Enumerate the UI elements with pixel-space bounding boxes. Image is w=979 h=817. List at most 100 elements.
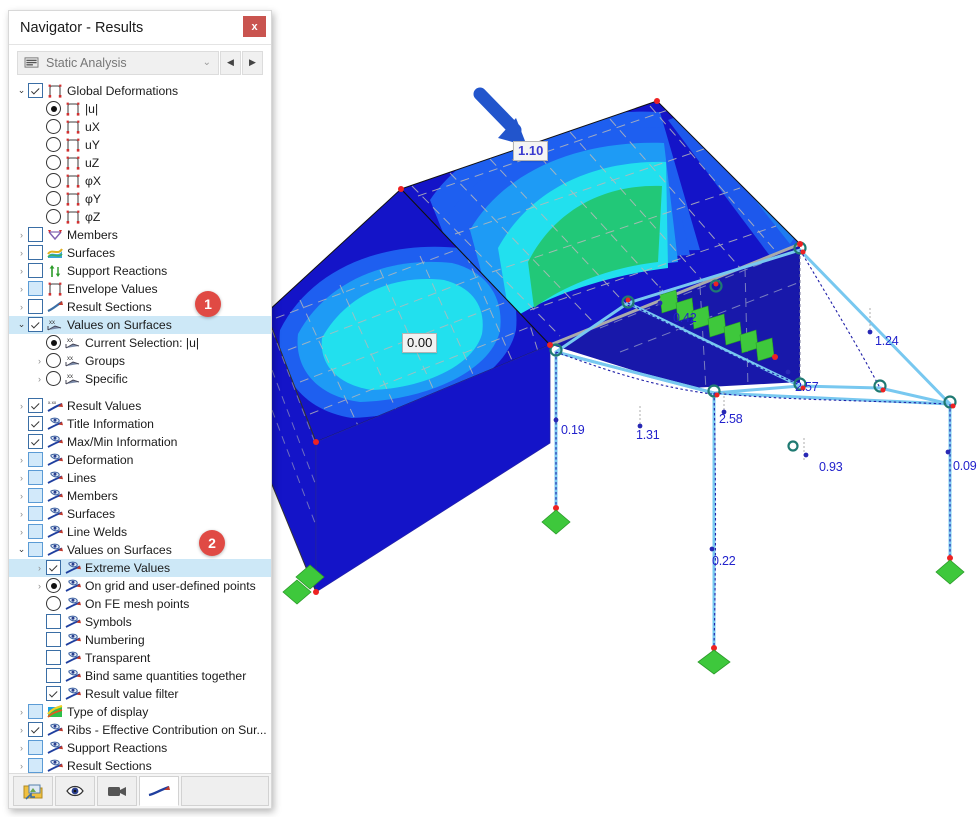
renderings-navigator-tab[interactable] bbox=[97, 776, 137, 806]
checkbox[interactable] bbox=[28, 227, 43, 243]
radio-button[interactable] bbox=[46, 191, 61, 207]
next-loadcase-button[interactable]: ▶ bbox=[242, 51, 263, 75]
tree-item-support-reactions[interactable]: › Support Reactions bbox=[9, 262, 271, 280]
radio-button[interactable] bbox=[46, 155, 61, 171]
tree-item-uy[interactable]: uY bbox=[9, 136, 271, 154]
tree-item-members[interactable]: › Members bbox=[9, 226, 271, 244]
chevron-right-icon[interactable]: › bbox=[33, 356, 46, 366]
tree-item-specific[interactable]: › xx Specific bbox=[9, 370, 271, 388]
checkbox[interactable] bbox=[28, 524, 43, 540]
checkbox[interactable] bbox=[28, 722, 43, 738]
radio-button[interactable] bbox=[46, 173, 61, 189]
chevron-right-icon[interactable]: › bbox=[15, 707, 28, 717]
chevron-down-icon[interactable]: ⌄ bbox=[15, 319, 28, 330]
chevron-right-icon[interactable]: › bbox=[15, 230, 28, 240]
tree-item-support-reactions[interactable]: › Support Reactions bbox=[9, 739, 271, 757]
tree-item-on-grid-and-user-defined-points[interactable]: › On grid and user-defined points bbox=[9, 577, 271, 595]
checkbox[interactable] bbox=[46, 686, 61, 702]
chevron-right-icon[interactable]: › bbox=[15, 284, 28, 294]
tree-item-x[interactable]: φX bbox=[9, 172, 271, 190]
radio-button[interactable] bbox=[46, 371, 61, 387]
checkbox[interactable] bbox=[28, 542, 43, 558]
radio-button[interactable] bbox=[46, 596, 61, 612]
loadcase-combobox[interactable]: Static Analysis ⌄ bbox=[17, 51, 219, 75]
tree-item-result-value-filter[interactable]: Result value filter bbox=[9, 685, 271, 703]
chevron-right-icon[interactable]: › bbox=[15, 248, 28, 258]
chevron-right-icon[interactable]: › bbox=[33, 581, 46, 591]
checkbox[interactable] bbox=[46, 560, 61, 576]
tree-item-deformation[interactable]: › Deformation bbox=[9, 451, 271, 469]
chevron-right-icon[interactable]: › bbox=[15, 491, 28, 501]
checkbox[interactable] bbox=[28, 470, 43, 486]
tree-item-z[interactable]: φZ bbox=[9, 208, 271, 226]
tree-item-envelope-values[interactable]: › Envelope Values bbox=[9, 280, 271, 298]
radio-button[interactable] bbox=[46, 137, 61, 153]
tree-item-title-information[interactable]: Title Information bbox=[9, 415, 271, 433]
checkbox[interactable] bbox=[28, 263, 43, 279]
chevron-right-icon[interactable]: › bbox=[15, 455, 28, 465]
chevron-right-icon[interactable]: › bbox=[15, 725, 28, 735]
checkbox[interactable] bbox=[28, 317, 43, 333]
checkbox[interactable] bbox=[46, 668, 61, 684]
checkbox[interactable] bbox=[28, 281, 43, 297]
radio-button[interactable] bbox=[46, 119, 61, 135]
chevron-right-icon[interactable]: › bbox=[15, 266, 28, 276]
tree-item-symbols[interactable]: Symbols bbox=[9, 613, 271, 631]
checkbox[interactable] bbox=[28, 740, 43, 756]
checkbox[interactable] bbox=[28, 245, 43, 261]
close-icon[interactable]: x bbox=[243, 16, 266, 37]
radio-button[interactable] bbox=[46, 209, 61, 225]
radio-button[interactable] bbox=[46, 101, 61, 117]
radio-button[interactable] bbox=[46, 335, 61, 351]
chevron-right-icon[interactable]: › bbox=[15, 743, 28, 753]
tree-item-lines[interactable]: › Lines bbox=[9, 469, 271, 487]
checkbox[interactable] bbox=[28, 452, 43, 468]
chevron-right-icon[interactable]: › bbox=[15, 509, 28, 519]
tree-item-bind-same-quantities-together[interactable]: Bind same quantities together bbox=[9, 667, 271, 685]
checkbox[interactable] bbox=[28, 506, 43, 522]
navigator-panel[interactable]: Navigator - Results x Static Analysis ⌄ … bbox=[8, 10, 272, 809]
checkbox[interactable] bbox=[28, 416, 43, 432]
chevron-down-icon[interactable]: ⌄ bbox=[203, 57, 211, 68]
checkbox[interactable] bbox=[28, 488, 43, 504]
tree-item-members[interactable]: › Members bbox=[9, 487, 271, 505]
tree-item-values-on-surfaces[interactable]: ⌄ Values on Surfaces bbox=[9, 541, 271, 559]
chevron-right-icon[interactable]: › bbox=[15, 401, 28, 411]
tree-item-ux[interactable]: uX bbox=[9, 118, 271, 136]
tree-item-result-sections[interactable]: › Result Sections bbox=[9, 757, 271, 773]
tree-item-numbering[interactable]: Numbering bbox=[9, 631, 271, 649]
views-navigator-tab[interactable] bbox=[55, 776, 95, 806]
chevron-right-icon[interactable]: › bbox=[33, 563, 46, 573]
radio-button[interactable] bbox=[46, 353, 61, 369]
checkbox[interactable] bbox=[28, 83, 43, 99]
tree-item-max-min-information[interactable]: Max/Min Information bbox=[9, 433, 271, 451]
tree-item-extreme-values[interactable]: › Extreme Values bbox=[9, 558, 271, 577]
checkbox[interactable] bbox=[28, 758, 43, 773]
chevron-down-icon[interactable]: ⌄ bbox=[15, 85, 28, 96]
tree-item-y[interactable]: φY bbox=[9, 190, 271, 208]
checkbox[interactable] bbox=[46, 614, 61, 630]
previous-loadcase-button[interactable]: ◀ bbox=[220, 51, 241, 75]
results-navigator-tab[interactable] bbox=[139, 776, 179, 806]
checkbox[interactable] bbox=[28, 398, 43, 414]
tree-item-current-selection-u[interactable]: xx Current Selection: |u| bbox=[9, 334, 271, 352]
project-navigator-tab[interactable] bbox=[13, 776, 53, 806]
tree-item-transparent[interactable]: Transparent bbox=[9, 649, 271, 667]
chevron-right-icon[interactable]: › bbox=[15, 527, 28, 537]
tree-item-type-of-display[interactable]: › Type of display bbox=[9, 703, 271, 721]
tree-item-surfaces[interactable]: › Surfaces bbox=[9, 505, 271, 523]
chevron-right-icon[interactable]: › bbox=[33, 374, 46, 384]
tree-item-groups[interactable]: › xx Groups bbox=[9, 352, 271, 370]
radio-button[interactable] bbox=[46, 578, 61, 594]
results-tree[interactable]: ⌄ Global Deformations |u| uX uY uZ φX φY φZ › Memb… bbox=[9, 78, 271, 773]
checkbox[interactable] bbox=[46, 632, 61, 648]
chevron-down-icon[interactable]: ⌄ bbox=[15, 544, 28, 555]
checkbox[interactable] bbox=[28, 704, 43, 720]
tree-item-result-sections[interactable]: › Result Sections bbox=[9, 298, 271, 316]
chevron-right-icon[interactable]: › bbox=[15, 302, 28, 312]
checkbox[interactable] bbox=[28, 299, 43, 315]
chevron-right-icon[interactable]: › bbox=[15, 473, 28, 483]
checkbox[interactable] bbox=[46, 650, 61, 666]
tree-item-u[interactable]: |u| bbox=[9, 100, 271, 118]
tree-item-result-values[interactable]: › x.xx Result Values bbox=[9, 397, 271, 415]
